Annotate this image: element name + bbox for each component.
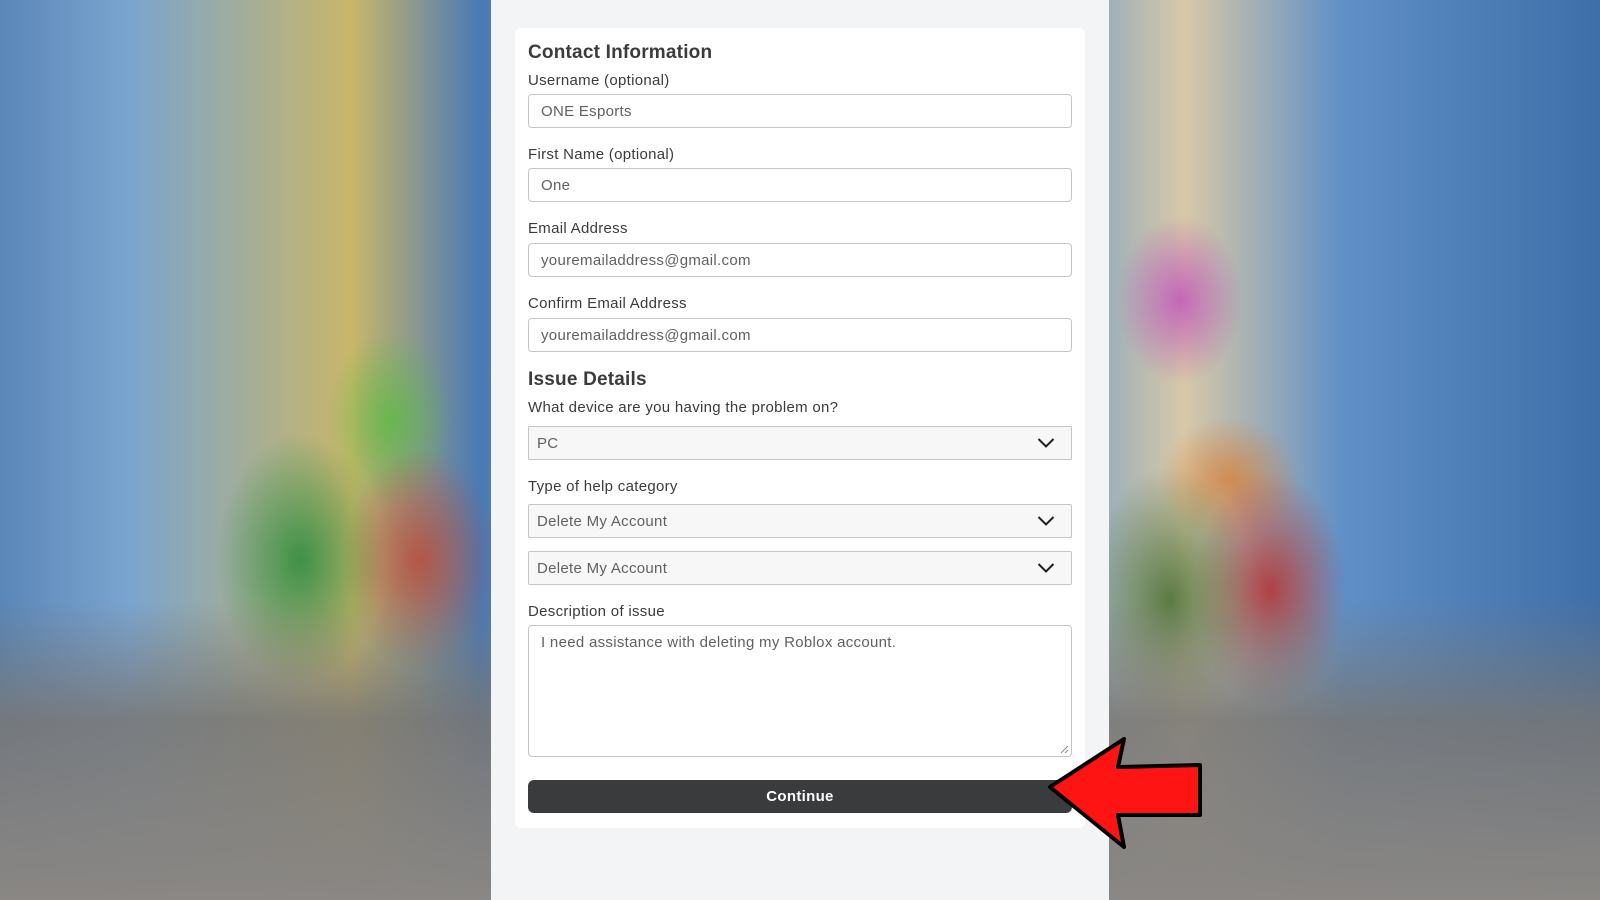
description-textarea[interactable]: I need assistance with deleting my Roblo… [528,625,1072,757]
first-name-input[interactable]: One [528,168,1072,202]
username-value: ONE Esports [541,102,632,120]
email-value: youremailaddress@gmail.com [541,251,751,269]
first-name-value: One [541,176,571,194]
description-label: Description of issue [528,603,665,620]
help-subcategory-value: Delete My Account [537,559,668,577]
username-label: Username (optional) [528,72,670,89]
chevron-down-icon [1037,516,1055,526]
support-form-panel: Contact Information Username (optional) … [491,0,1109,900]
help-category-label: Type of help category [528,478,678,495]
device-select[interactable]: PC [528,426,1072,460]
confirm-email-input[interactable]: youremailaddress@gmail.com [528,318,1072,352]
email-label: Email Address [528,220,628,237]
help-subcategory-select[interactable]: Delete My Account [528,551,1072,585]
confirm-email-label: Confirm Email Address [528,295,687,312]
support-form-card: Contact Information Username (optional) … [515,28,1085,828]
email-input[interactable]: youremailaddress@gmail.com [528,243,1072,277]
confirm-email-value: youremailaddress@gmail.com [541,326,751,344]
device-label: What device are you having the problem o… [528,399,839,416]
continue-button[interactable]: Continue [528,780,1072,813]
first-name-label: First Name (optional) [528,146,675,163]
help-category-value: Delete My Account [537,512,668,530]
red-arrow-icon [1048,737,1202,849]
username-input[interactable]: ONE Esports [528,94,1072,128]
issue-details-heading: Issue Details [528,369,647,390]
device-value: PC [537,434,559,452]
description-value: I need assistance with deleting my Roblo… [541,634,897,651]
contact-information-heading: Contact Information [528,42,713,63]
chevron-down-icon [1037,438,1055,448]
help-category-select[interactable]: Delete My Account [528,504,1072,538]
chevron-down-icon [1037,563,1055,573]
